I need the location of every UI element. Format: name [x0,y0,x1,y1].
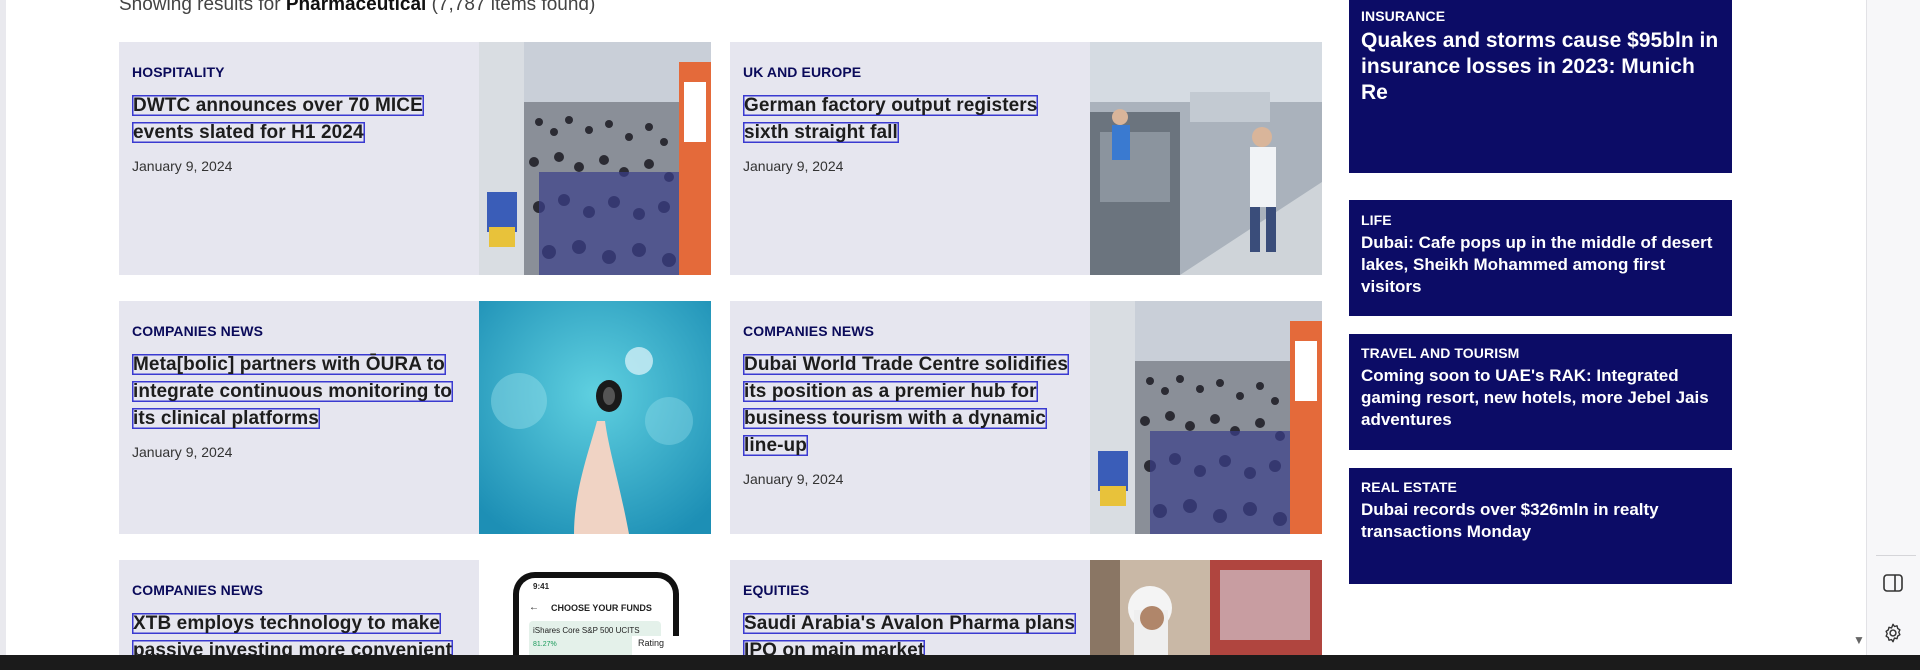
title-line[interactable]: Saudi Arabia's Avalon Pharma plans [743,613,1076,634]
window-bottom-bar [0,655,1920,670]
rating-label: Rating [632,636,702,655]
back-arrow-icon: ← [529,602,539,613]
sidebar-title[interactable]: Dubai records over $326mln in realty tra… [1361,499,1720,543]
title-line[interactable]: passive investing more convenient [132,640,453,655]
title-line[interactable]: line-up [743,435,808,456]
title-line[interactable]: Meta[bolic] partners with ŌURA to [132,354,446,375]
sidebar-title[interactable]: Coming soon to UAE's RAK: Integrated gam… [1361,365,1720,431]
title-line[interactable]: its clinical platforms [132,408,320,429]
title-line[interactable]: IPO on main market [743,640,925,655]
article-title-link[interactable]: German factory output registers sixth st… [743,92,1073,146]
sidebar-story[interactable]: LIFE Dubai: Cafe pops up in the middle o… [1349,200,1732,316]
article-category[interactable]: COMPANIES NEWS [132,323,263,339]
title-line[interactable]: DWTC announces over 70 MICE [132,95,424,116]
article-title-link[interactable]: Saudi Arabia's Avalon Pharma plans IPO o… [743,610,1083,655]
article-category[interactable]: HOSPITALITY [132,64,225,80]
rail-divider [1876,555,1916,556]
fund-return: 81.27% [533,641,557,648]
article-category[interactable]: UK AND EUROPE [743,64,861,80]
article-date: January 9, 2024 [132,158,233,174]
sidebar-story[interactable]: TRAVEL AND TOURISM Coming soon to UAE's … [1349,334,1732,450]
article-date: January 9, 2024 [743,158,844,174]
article-thumbnail-crowd[interactable] [479,42,711,275]
article-title-link[interactable]: Dubai World Trade Centre solidifies its … [743,351,1073,459]
sidebar-story[interactable]: REAL ESTATE Dubai records over $326mln i… [1349,468,1732,584]
phone-header: CHOOSE YOUR FUNDS [551,603,652,613]
article-thumbnail-factory[interactable] [1090,42,1322,275]
article-category[interactable]: EQUITIES [743,582,809,598]
article-date: January 9, 2024 [743,471,844,487]
sidebar-category[interactable]: INSURANCE [1361,8,1445,24]
results-query: Pharmaceutical [285,0,427,15]
phone-time: 9:41 [533,582,550,591]
article-title-link[interactable]: Meta[bolic] partners with ŌURA to integr… [132,351,462,432]
sidebar-category[interactable]: REAL ESTATE [1361,479,1457,495]
title-line[interactable]: business tourism with a dynamic [743,408,1047,429]
settings-gear-icon[interactable] [1882,622,1904,649]
sidebar-title[interactable]: Quakes and storms cause $95bln in insura… [1361,28,1720,106]
article-card[interactable]: UK AND EUROPE German factory output regi… [730,42,1322,275]
fund-name: iShares Core S&P 500 UCITS [533,626,640,635]
scroll-down-arrow-icon[interactable]: ▼ [1853,633,1865,647]
title-line[interactable]: its position as a premier hub for [743,381,1038,402]
article-thumbnail-trader[interactable] [1090,560,1322,655]
page-left-edge [0,0,6,655]
sidebar-category[interactable]: LIFE [1361,212,1392,228]
title-line[interactable]: sixth straight fall [743,122,899,143]
article-card[interactable]: COMPANIES NEWS Dubai World Trade Centre … [730,301,1322,534]
article-thumbnail-crowd[interactable] [1090,301,1322,534]
article-card[interactable]: COMPANIES NEWS Meta[bolic] partners with… [119,301,711,534]
sidebar-category[interactable]: TRAVEL AND TOURISM [1361,345,1519,361]
browser-side-rail [1866,0,1920,655]
sidebar-title[interactable]: Dubai: Cafe pops up in the middle of des… [1361,232,1720,298]
title-line[interactable]: XTB employs technology to make [132,613,441,634]
article-card[interactable]: HOSPITALITY DWTC announces over 70 MICE … [119,42,711,275]
title-line[interactable]: integrate continuous monitoring to [132,381,453,402]
article-title-link[interactable]: DWTC announces over 70 MICE events slate… [132,92,462,146]
article-category[interactable]: COMPANIES NEWS [743,323,874,339]
article-title-link[interactable]: XTB employs technology to make passive i… [132,610,462,655]
article-card[interactable]: COMPANIES NEWS XTB employs technology to… [119,560,711,655]
search-results-summary: Showing results for Pharmaceutical (7,78… [119,0,595,16]
article-date: January 9, 2024 [132,444,233,460]
results-prefix: Showing results for [119,0,286,15]
title-line[interactable]: events slated for H1 2024 [132,122,365,143]
article-thumbnail-phone[interactable]: 9:41 ← CHOOSE YOUR FUNDS iShares Core S&… [479,560,711,655]
article-thumbnail-smart-ring[interactable] [479,301,711,534]
sidebar-toggle-icon[interactable] [1883,574,1903,597]
article-card[interactable]: EQUITIES Saudi Arabia's Avalon Pharma pl… [730,560,1322,655]
results-count: (7,787 items found) [426,0,596,15]
title-line[interactable]: German factory output registers [743,95,1038,116]
title-line[interactable]: Dubai World Trade Centre solidifies [743,354,1069,375]
article-category[interactable]: COMPANIES NEWS [132,582,263,598]
sidebar-story[interactable]: INSURANCE Quakes and storms cause $95bln… [1349,0,1732,173]
